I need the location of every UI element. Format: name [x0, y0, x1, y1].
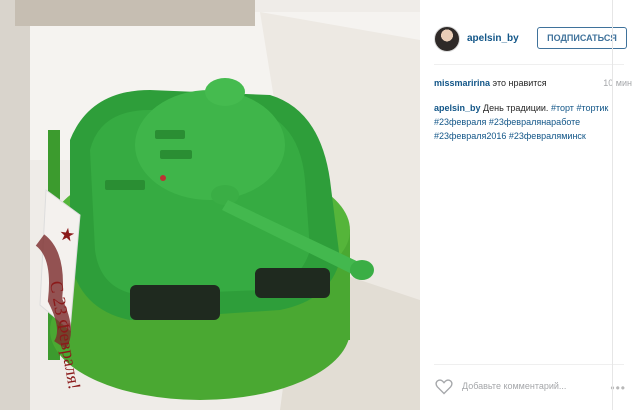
hashtag-23fevralya[interactable]: #23февраля [434, 117, 486, 127]
post-footer: Добавьте комментарий... ••• [434, 374, 632, 400]
divider [612, 0, 613, 410]
svg-text:★: ★ [56, 225, 78, 244]
hashtag-23fevralyaminsk[interactable]: #23февраляминск [509, 131, 586, 141]
hashtag-23fevralyanarabote[interactable]: #23февралянаработе [489, 117, 580, 127]
caption-author[interactable]: apelsin_by [434, 103, 481, 113]
caption-text: День традиции. [483, 103, 549, 113]
heart-icon[interactable] [434, 376, 454, 396]
hashtag-23fevralya2016[interactable]: #23февраля2016 [434, 131, 506, 141]
instagram-post: ★ С 23 Февраля! apelsin_by ПОДПИСАТЬСЯ m… [0, 0, 640, 410]
likes-text: это нравится [492, 78, 547, 88]
divider [434, 364, 624, 365]
avatar[interactable] [434, 26, 460, 52]
post-time[interactable]: 10 мин [603, 78, 632, 88]
likes-row: missmaririna это нравится 10 мин [434, 78, 632, 88]
post-header: apelsin_by ПОДПИСАТЬСЯ [434, 26, 634, 54]
caption: apelsin_by День традиции. #торт #тортик … [434, 101, 632, 143]
follow-button[interactable]: ПОДПИСАТЬСЯ [537, 27, 627, 49]
post-photo[interactable]: ★ С 23 Февраля! [0, 0, 420, 410]
hashtag-tortik[interactable]: #тортик [576, 103, 608, 113]
liker-name[interactable]: missmaririna [434, 78, 490, 88]
username[interactable]: apelsin_by [467, 33, 519, 44]
tank-cake-image: ★ С 23 Февраля! [0, 0, 420, 410]
comment-input[interactable]: Добавьте комментарий... [462, 381, 566, 391]
hashtag-tort[interactable]: #торт [551, 103, 574, 113]
post-sidebar: apelsin_by ПОДПИСАТЬСЯ missmaririna это … [420, 0, 640, 410]
divider [434, 64, 624, 65]
